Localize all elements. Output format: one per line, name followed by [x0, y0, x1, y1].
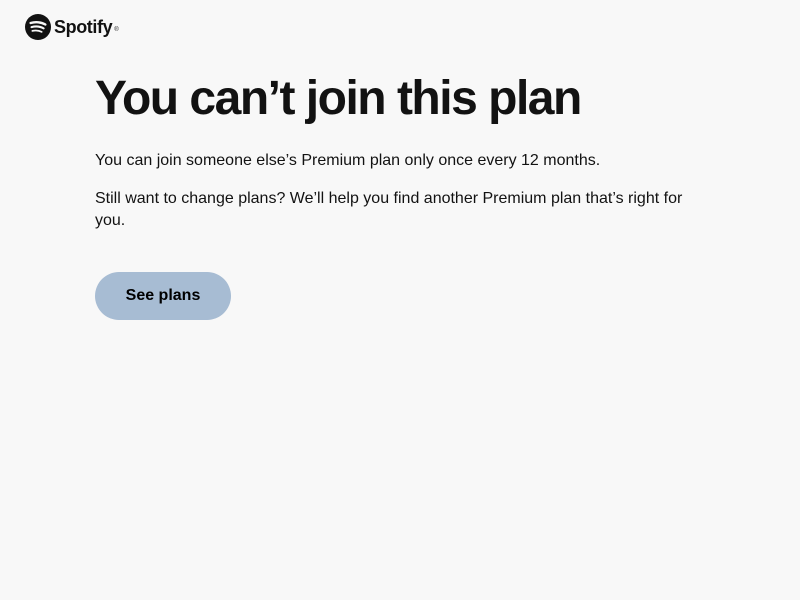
page: Spotify ® You can’t join this plan You c…	[0, 0, 800, 600]
see-plans-button[interactable]: See plans	[95, 272, 231, 320]
spotify-logo-link[interactable]: Spotify ®	[25, 14, 119, 40]
brand-trademark: ®	[114, 27, 119, 33]
brand-name: Spotify	[54, 17, 113, 37]
main-content: You can’t join this plan You can join so…	[95, 72, 710, 320]
spotify-logo-icon	[25, 14, 51, 40]
change-plan-message: Still want to change plans? We’ll help y…	[95, 190, 683, 229]
plan-limit-message: You can join someone else’s Premium plan…	[95, 152, 601, 169]
page-title: You can’t join this plan	[95, 72, 582, 125]
